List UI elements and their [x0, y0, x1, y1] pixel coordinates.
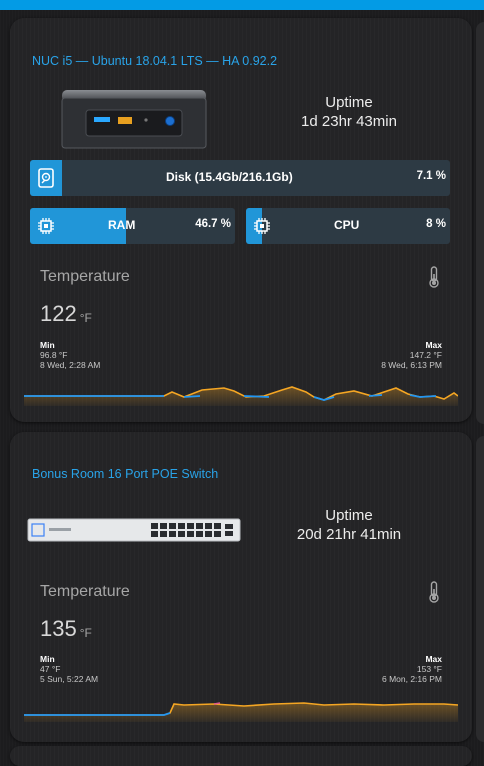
min-value: 47 °F [40, 664, 61, 674]
temperature-value: 135 [40, 616, 77, 641]
uptime-label: Uptime [325, 507, 373, 524]
temperature-history-graph[interactable] [24, 682, 458, 722]
graph-line-low [24, 712, 171, 716]
disk-label: Disk (15.4Gb/216.1Gb) [166, 170, 293, 184]
temperature-value: 122 [40, 301, 77, 326]
adjacent-card-edge [476, 436, 484, 742]
temperature-unit: °F [79, 311, 92, 325]
temperature-value-display: 122 °F [40, 301, 92, 327]
next-card-partial [10, 746, 472, 766]
cpu-label: CPU [334, 218, 360, 232]
ram-percent: 46.7 % [195, 218, 231, 230]
card-title: NUC i5 — Ubuntu 18.04.1 LTS — HA 0.92.2 [32, 54, 278, 68]
adjacent-card-edge [476, 22, 484, 424]
temperature-max: Max 153 °F 6 Mon, 2:16 PM [382, 654, 442, 684]
intel-nuc-image [60, 88, 208, 150]
temperature-label: Temperature [40, 268, 130, 285]
uptime-value: 20d 21hr 41min [296, 526, 402, 543]
chip-icon [33, 213, 59, 239]
max-value: 153 °F [416, 664, 442, 674]
poe-switch-card: Bonus Room 16 Port POE Switch Uptime 20d… [10, 432, 472, 742]
nuc-card: NUC i5 — Ubuntu 18.04.1 LTS — HA 0.92.2 … [10, 18, 472, 422]
uptime-display: Uptime 1d 23hr 43min [269, 93, 429, 131]
disk-icon [33, 165, 59, 191]
max-value: 147.2 °F [409, 350, 442, 360]
min-label: Min [40, 340, 55, 350]
uptime-value: 1d 23hr 43min [301, 113, 397, 130]
ram-usage-bar[interactable]: RAM 46.7 % [30, 208, 235, 244]
top-accent-bar [0, 0, 484, 10]
thermometer-icon [428, 581, 440, 608]
max-label: Max [425, 340, 442, 350]
thermometer-icon [428, 266, 440, 293]
temperature-history-graph[interactable] [24, 366, 458, 406]
graph-line-peak [213, 702, 221, 705]
chip-icon [249, 213, 275, 239]
min-label: Min [40, 654, 55, 664]
temperature-value-display: 135 °F [40, 616, 92, 642]
cpu-percent: 8 % [426, 218, 446, 230]
min-value: 96.8 °F [40, 350, 68, 360]
temperature-min: Min 47 °F 5 Sun, 5:22 AM [40, 654, 98, 684]
temperature-unit: °F [79, 626, 92, 640]
ram-label: RAM [108, 218, 136, 232]
uptime-label: Uptime [325, 94, 373, 111]
disk-percent: 7.1 % [416, 170, 446, 182]
card-title: Bonus Room 16 Port POE Switch [32, 467, 219, 481]
uptime-display: Uptime 20d 21hr 41min [269, 506, 429, 544]
poe-switch-image [27, 516, 241, 544]
temperature-label: Temperature [40, 583, 130, 600]
max-label: Max [425, 654, 442, 664]
disk-usage-bar[interactable]: Disk (15.4Gb/216.1Gb) 7.1 % [30, 160, 450, 196]
cpu-usage-bar[interactable]: CPU 8 % [246, 208, 450, 244]
